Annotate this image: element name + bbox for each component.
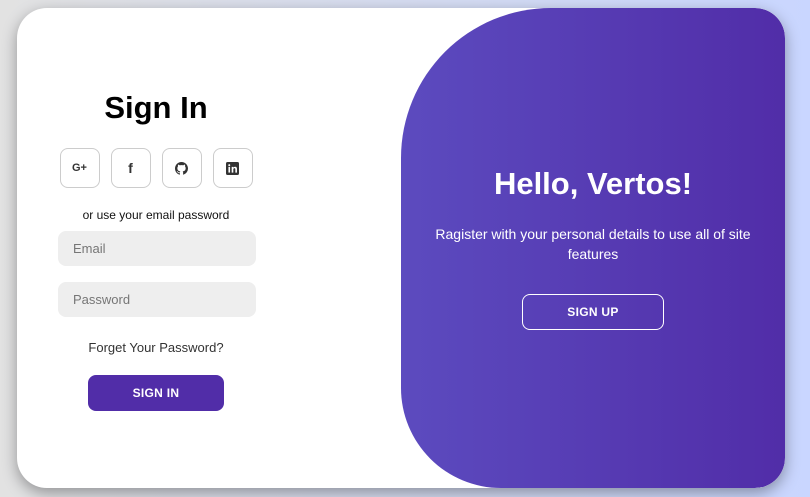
linkedin-icon: [226, 161, 239, 175]
facebook-button[interactable]: f: [110, 148, 151, 188]
sign-in-title: Sign In: [104, 90, 208, 125]
google-plus-button[interactable]: G+: [59, 148, 100, 188]
facebook-icon: f: [128, 160, 133, 176]
sign-in-button[interactable]: SIGN IN: [88, 375, 224, 411]
linkedin-button[interactable]: [212, 148, 253, 188]
sign-in-form: Sign In G+ f or use your email password …: [17, 8, 295, 488]
google-plus-icon: G+: [72, 162, 87, 174]
welcome-description: Ragister with your personal details to u…: [435, 226, 751, 262]
email-hint-text: or use your email password: [82, 208, 230, 222]
email-input[interactable]: [58, 231, 256, 266]
welcome-title: Hello, Vertos!: [493, 166, 693, 201]
github-button[interactable]: [161, 148, 202, 188]
github-icon: [175, 161, 188, 175]
welcome-panel: Hello, Vertos! Ragister with your person…: [401, 8, 785, 488]
social-buttons: G+ f: [59, 148, 253, 188]
forgot-password-link[interactable]: Forget Your Password?: [88, 340, 223, 355]
auth-card: Sign In G+ f or use your email password …: [17, 8, 785, 488]
sign-up-button[interactable]: SIGN UP: [522, 294, 664, 330]
password-input[interactable]: [58, 282, 256, 317]
